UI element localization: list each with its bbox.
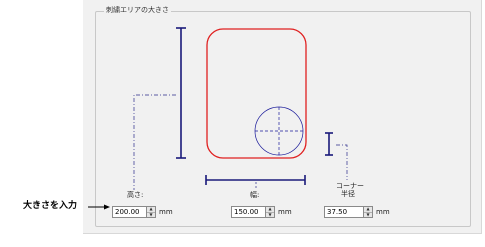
- callout-arrow-head: [104, 204, 110, 210]
- width-unit: mm: [278, 208, 292, 216]
- width-decrement-button[interactable]: ▼: [266, 211, 274, 218]
- corner-radius-unit: mm: [376, 208, 390, 216]
- corner-radius-input[interactable]: 37.50: [324, 206, 364, 218]
- height-decrement-button[interactable]: ▼: [147, 211, 155, 218]
- enter-size-callout: 大きさを入力: [23, 201, 78, 211]
- corner-radius-label-line2: 半径: [341, 190, 355, 198]
- corner-radius-spinner-arrows: ▲ ▼: [364, 206, 373, 218]
- height-leader-line: [133, 94, 176, 190]
- corner-radius-decrement-button[interactable]: ▼: [364, 211, 372, 218]
- width-spinner-arrows: ▲ ▼: [266, 206, 275, 218]
- height-label: 高さ:: [127, 191, 144, 199]
- height-spinner: 200.00 ▲ ▼ mm: [112, 206, 173, 218]
- width-input[interactable]: 150.00: [231, 206, 266, 218]
- height-spinner-arrows: ▲ ▼: [147, 206, 156, 218]
- radius-leader-line: [336, 144, 348, 180]
- corner-radius-spinner: 37.50 ▲ ▼ mm: [324, 206, 390, 218]
- height-unit: mm: [159, 208, 173, 216]
- width-label: 幅:: [250, 191, 260, 199]
- width-spinner: 150.00 ▲ ▼ mm: [231, 206, 292, 218]
- height-input[interactable]: 200.00: [112, 206, 147, 218]
